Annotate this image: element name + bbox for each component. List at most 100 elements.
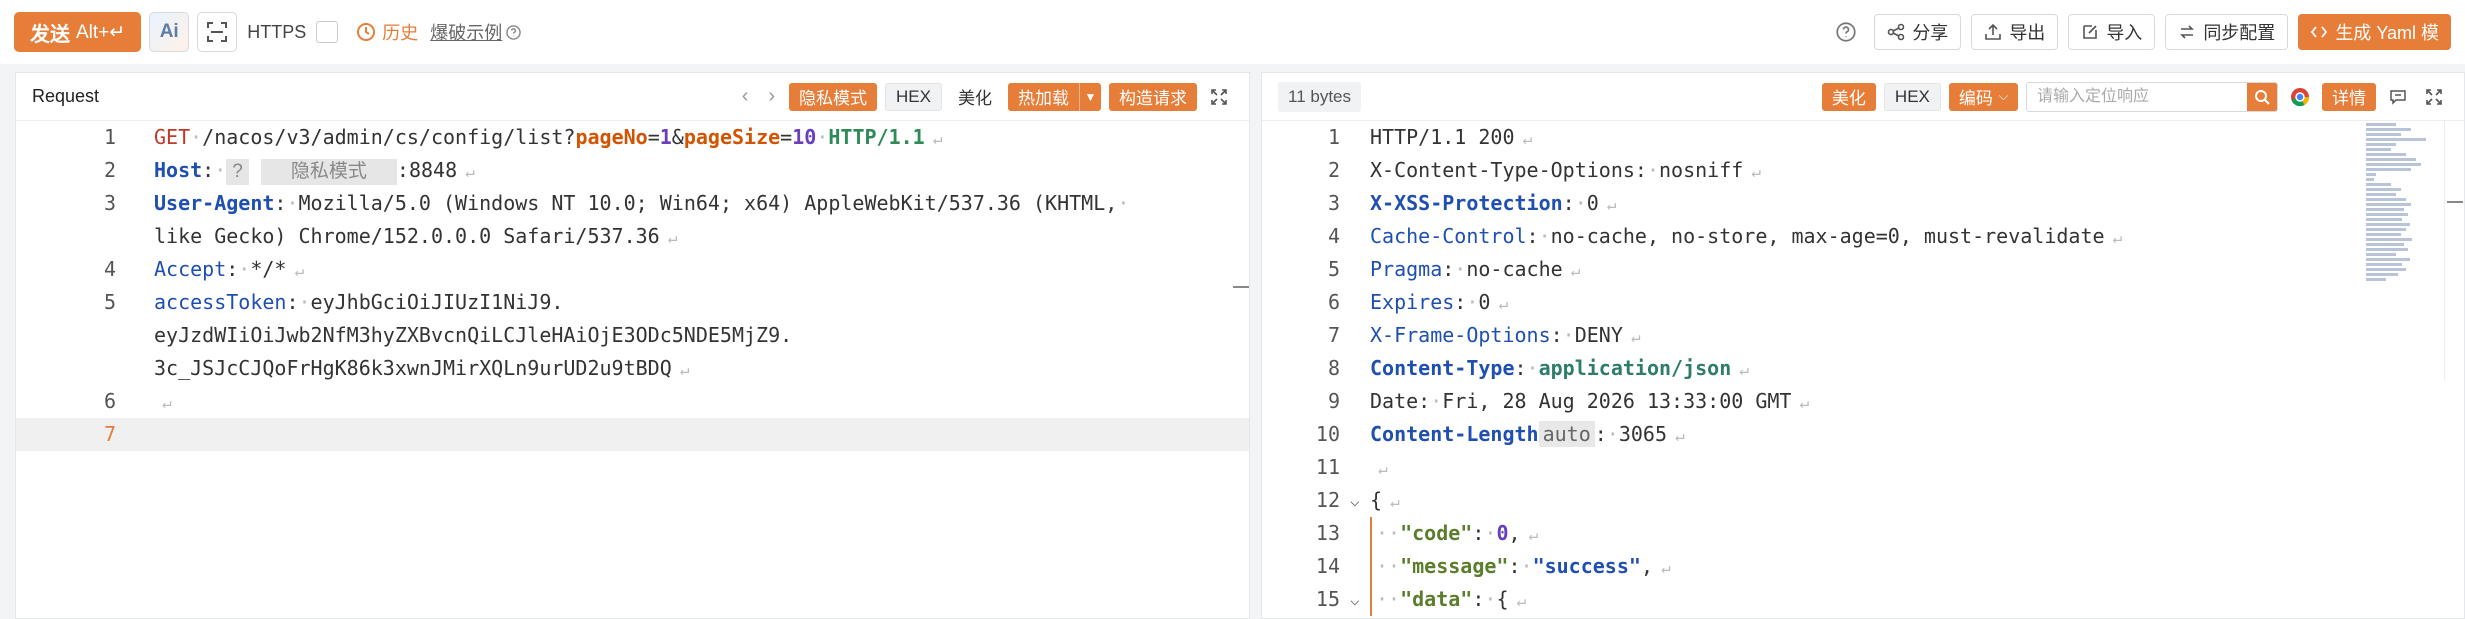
response-hex-button[interactable]: HEX bbox=[1883, 82, 1941, 111]
request-editor[interactable]: 1 GET·/nacos/v3/admin/cs/config/list?pag… bbox=[16, 121, 1249, 618]
import-icon bbox=[2083, 25, 2098, 39]
line-number: 13 bbox=[1315, 521, 1340, 545]
scan-button[interactable] bbox=[197, 12, 238, 52]
code-icon bbox=[2311, 26, 2328, 38]
help-icon bbox=[506, 24, 521, 40]
line-number: 8 bbox=[1327, 356, 1340, 380]
sync-icon bbox=[2180, 25, 2195, 39]
hotload-split-button: 热加载 ▼ bbox=[1008, 82, 1101, 111]
request-panel: Request ‹ › 隐私模式 HEX 美化 热加载 ▼ 构造请求 1 GET… bbox=[15, 72, 1250, 619]
question-icon bbox=[1836, 22, 1856, 42]
history-link[interactable]: 历史 bbox=[356, 19, 418, 45]
code-line: 14 ··"message":·"success", ↵ bbox=[1262, 550, 2464, 583]
hotload-button[interactable]: 热加载 bbox=[1008, 82, 1079, 111]
line-number: 7 bbox=[1327, 323, 1340, 347]
code-line: 13 ··"code":·0, ↵ bbox=[1262, 517, 2464, 550]
line-content: like Gecko) Chrome/152.0.0.0 Safari/537.… bbox=[154, 224, 678, 248]
line-content: ··"message":·"success", ↵ bbox=[1370, 550, 1671, 584]
line-number: 2 bbox=[1327, 158, 1340, 182]
response-tools: 美化 HEX 编码 ⌵ 详情 bbox=[1821, 81, 2448, 112]
export-icon bbox=[1985, 23, 2002, 40]
generate-yaml-button[interactable]: 生成 Yaml 模 bbox=[2298, 14, 2451, 50]
search-icon bbox=[2255, 89, 2270, 105]
send-button[interactable]: 发送 Alt+↵ bbox=[14, 12, 142, 52]
line-content: Accept:·*/* ↵ bbox=[154, 257, 305, 281]
line-number: 14 bbox=[1315, 554, 1340, 578]
privacy-mask: 隐私模式 bbox=[260, 159, 397, 185]
https-label: HTTPS bbox=[247, 21, 307, 42]
detail-button[interactable]: 详情 bbox=[2322, 82, 2376, 111]
request-title: Request bbox=[32, 86, 100, 106]
construct-request-button[interactable]: 构造请求 bbox=[1109, 82, 1197, 111]
code-line: 10 Content-Length auto:·3065 ↵ bbox=[1262, 418, 2464, 451]
comment-button[interactable] bbox=[2384, 83, 2412, 111]
app-root: 发送 Alt+↵ Ai HTTPS 历史 爆破示例 分享 导出 导入 同步配置 … bbox=[0, 0, 2465, 619]
line-content: X-Frame-Options:·DENY ↵ bbox=[1370, 323, 1641, 347]
code-line: 5 accessToken:·eyJhbGciOiJIUzI1NiJ9. bbox=[16, 286, 1249, 319]
chevron-down-icon: ⌵ bbox=[1998, 89, 2008, 103]
ai-label: Ai bbox=[159, 21, 179, 42]
line-number: 1 bbox=[103, 125, 116, 149]
ai-button[interactable]: Ai bbox=[149, 12, 190, 52]
code-line: 3 X-XSS-Protection:·0 ↵ bbox=[1262, 187, 2464, 220]
fullscreen-button[interactable] bbox=[2420, 83, 2448, 111]
share-icon bbox=[1888, 23, 1905, 41]
https-checkbox[interactable] bbox=[316, 21, 339, 43]
line-content: accessToken:·eyJhbGciOiJIUzI1NiJ9. bbox=[154, 290, 564, 314]
line-number: 11 bbox=[1315, 455, 1340, 479]
sync-label: 同步配置 bbox=[2203, 23, 2276, 43]
send-shortcut: Alt+↵ bbox=[76, 21, 126, 43]
encode-dropdown[interactable]: 编码 ⌵ bbox=[1948, 82, 2018, 111]
request-panel-header: Request ‹ › 隐私模式 HEX 美化 热加载 ▼ 构造请求 bbox=[16, 73, 1249, 121]
line-number: 10 bbox=[1315, 422, 1340, 446]
example-label: 爆破示例 bbox=[430, 23, 503, 43]
line-number: 7 bbox=[103, 422, 116, 446]
request-beautify-button[interactable]: 美化 bbox=[950, 82, 1000, 111]
response-size-badge: 11 bytes bbox=[1278, 81, 1362, 112]
line-number: 1 bbox=[1327, 125, 1340, 149]
chevron-left-icon[interactable]: ‹ bbox=[736, 85, 755, 108]
chevron-down-icon[interactable]: ▼ bbox=[1079, 82, 1101, 111]
export-button[interactable]: 导出 bbox=[1971, 14, 2059, 50]
line-content: ··"code":·0, ↵ bbox=[1370, 517, 1538, 551]
history-label: 历史 bbox=[382, 23, 419, 43]
fullscreen-button[interactable] bbox=[1205, 83, 1233, 111]
line-number: 5 bbox=[1327, 257, 1340, 281]
request-tools: ‹ › 隐私模式 HEX 美化 热加载 ▼ 构造请求 bbox=[736, 82, 1233, 111]
expand-icon bbox=[1211, 88, 1227, 105]
fold-chevron-icon[interactable]: ⌵ bbox=[1350, 583, 1360, 616]
response-panel-header: 11 bytes 美化 HEX 编码 ⌵ 详情 bbox=[1262, 73, 2464, 121]
response-search-input[interactable] bbox=[2027, 82, 2247, 111]
help-button[interactable] bbox=[1828, 14, 1864, 50]
line-content: eyJzdWIiOiJwb2NfM3hyZXBvcnQiLCJleHAiOjE3… bbox=[154, 323, 793, 347]
chevron-right-icon[interactable]: › bbox=[762, 85, 781, 108]
response-scrollbar[interactable] bbox=[2444, 121, 2464, 381]
code-line: eyJzdWIiOiJwb2NfM3hyZXBvcnQiLCJleHAiOjE3… bbox=[16, 319, 1249, 352]
request-scrollbar[interactable] bbox=[1233, 286, 1249, 288]
response-minimap[interactable] bbox=[2366, 121, 2436, 381]
line-content: ··"data":·{↵ bbox=[1370, 583, 1526, 617]
code-line: 6 ↵ bbox=[16, 385, 1249, 418]
import-button[interactable]: 导入 bbox=[2068, 14, 2156, 50]
code-line: 4 Accept:·*/* ↵ bbox=[16, 253, 1249, 286]
response-panel: 11 bytes 美化 HEX 编码 ⌵ 详情 bbox=[1261, 72, 2465, 619]
code-line: like Gecko) Chrome/152.0.0.0 Safari/537.… bbox=[16, 220, 1249, 253]
line-content: Cache-Control:·no-cache, no-store, max-a… bbox=[1370, 224, 2123, 248]
line-content: Host:·? 隐私模式:8848 ↵ bbox=[154, 154, 475, 188]
chrome-button[interactable] bbox=[2286, 83, 2314, 111]
fold-chevron-icon[interactable]: ⌵ bbox=[1350, 484, 1360, 517]
code-line: 6 Expires:·0 ↵ bbox=[1262, 286, 2464, 319]
scrollbar-thumb[interactable] bbox=[2447, 201, 2463, 203]
line-content: Content-Type:·application/json ↵ bbox=[1370, 356, 1749, 380]
chrome-icon bbox=[2291, 87, 2310, 106]
privacy-mode-button[interactable]: 隐私模式 bbox=[789, 82, 878, 111]
code-line: 12 ⌵ {↵ bbox=[1262, 484, 2464, 517]
response-editor[interactable]: 1 HTTP/1.1 200 ↵ 2 X-Content-Type-Options:·… bbox=[1262, 121, 2464, 618]
sync-config-button[interactable]: 同步配置 bbox=[2165, 14, 2289, 50]
share-button[interactable]: 分享 bbox=[1874, 14, 1962, 50]
request-hex-button[interactable]: HEX bbox=[885, 82, 942, 111]
line-number: 2 bbox=[103, 158, 116, 182]
example-link[interactable]: 爆破示例 bbox=[430, 19, 521, 45]
response-beautify-button[interactable]: 美化 bbox=[1821, 82, 1876, 111]
search-button[interactable] bbox=[2247, 82, 2277, 111]
